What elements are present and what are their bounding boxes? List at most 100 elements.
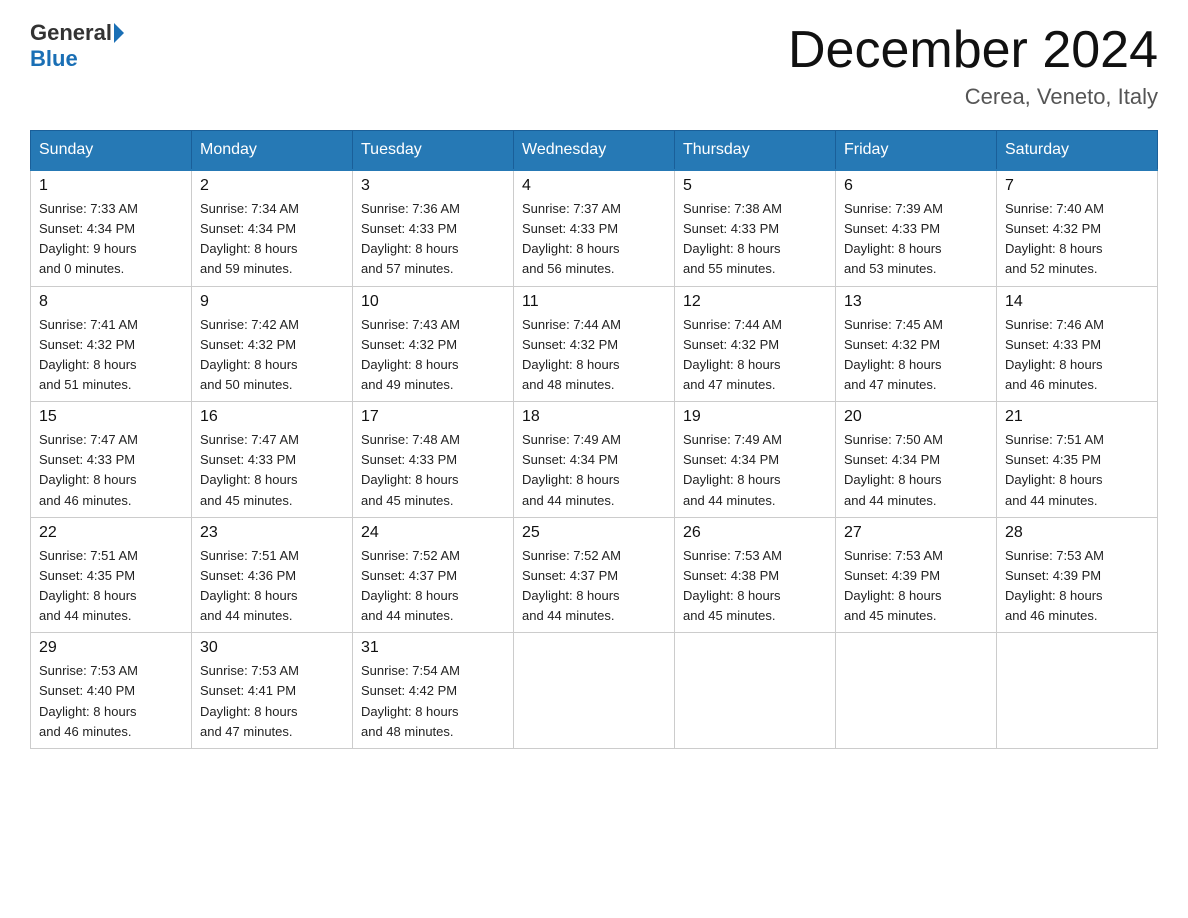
calendar-cell: 12 Sunrise: 7:44 AMSunset: 4:32 PMDaylig… (675, 286, 836, 402)
day-number: 12 (683, 293, 827, 311)
day-number: 8 (39, 293, 183, 311)
day-number: 27 (844, 524, 988, 542)
calendar-cell: 16 Sunrise: 7:47 AMSunset: 4:33 PMDaylig… (192, 402, 353, 518)
col-header-monday: Monday (192, 131, 353, 171)
day-info: Sunrise: 7:37 AMSunset: 4:33 PMDaylight:… (522, 199, 666, 280)
calendar-cell: 3 Sunrise: 7:36 AMSunset: 4:33 PMDayligh… (353, 170, 514, 286)
day-number: 10 (361, 293, 505, 311)
day-number: 21 (1005, 408, 1149, 426)
calendar-cell: 19 Sunrise: 7:49 AMSunset: 4:34 PMDaylig… (675, 402, 836, 518)
day-number: 29 (39, 639, 183, 657)
day-info: Sunrise: 7:46 AMSunset: 4:33 PMDaylight:… (1005, 315, 1149, 396)
logo-blue-text: Blue (30, 46, 78, 72)
calendar-cell: 6 Sunrise: 7:39 AMSunset: 4:33 PMDayligh… (836, 170, 997, 286)
calendar-week-row: 8 Sunrise: 7:41 AMSunset: 4:32 PMDayligh… (31, 286, 1158, 402)
day-info: Sunrise: 7:49 AMSunset: 4:34 PMDaylight:… (522, 430, 666, 511)
day-number: 28 (1005, 524, 1149, 542)
calendar-cell: 2 Sunrise: 7:34 AMSunset: 4:34 PMDayligh… (192, 170, 353, 286)
day-number: 25 (522, 524, 666, 542)
calendar-cell: 28 Sunrise: 7:53 AMSunset: 4:39 PMDaylig… (997, 517, 1158, 633)
col-header-sunday: Sunday (31, 131, 192, 171)
calendar-cell: 25 Sunrise: 7:52 AMSunset: 4:37 PMDaylig… (514, 517, 675, 633)
logo-general-text: General (30, 20, 112, 46)
calendar-cell: 26 Sunrise: 7:53 AMSunset: 4:38 PMDaylig… (675, 517, 836, 633)
calendar-cell: 1 Sunrise: 7:33 AMSunset: 4:34 PMDayligh… (31, 170, 192, 286)
title-section: December 2024 Cerea, Veneto, Italy (788, 20, 1158, 110)
day-number: 30 (200, 639, 344, 657)
day-number: 4 (522, 177, 666, 195)
calendar-cell: 5 Sunrise: 7:38 AMSunset: 4:33 PMDayligh… (675, 170, 836, 286)
calendar-cell: 31 Sunrise: 7:54 AMSunset: 4:42 PMDaylig… (353, 633, 514, 749)
day-info: Sunrise: 7:45 AMSunset: 4:32 PMDaylight:… (844, 315, 988, 396)
day-info: Sunrise: 7:47 AMSunset: 4:33 PMDaylight:… (39, 430, 183, 511)
calendar-cell: 29 Sunrise: 7:53 AMSunset: 4:40 PMDaylig… (31, 633, 192, 749)
calendar-table: SundayMondayTuesdayWednesdayThursdayFrid… (30, 130, 1158, 749)
day-number: 2 (200, 177, 344, 195)
day-number: 24 (361, 524, 505, 542)
day-info: Sunrise: 7:53 AMSunset: 4:41 PMDaylight:… (200, 661, 344, 742)
day-info: Sunrise: 7:47 AMSunset: 4:33 PMDaylight:… (200, 430, 344, 511)
calendar-cell (675, 633, 836, 749)
day-number: 11 (522, 293, 666, 311)
day-info: Sunrise: 7:54 AMSunset: 4:42 PMDaylight:… (361, 661, 505, 742)
day-number: 31 (361, 639, 505, 657)
calendar-cell: 15 Sunrise: 7:47 AMSunset: 4:33 PMDaylig… (31, 402, 192, 518)
day-info: Sunrise: 7:53 AMSunset: 4:40 PMDaylight:… (39, 661, 183, 742)
day-info: Sunrise: 7:38 AMSunset: 4:33 PMDaylight:… (683, 199, 827, 280)
day-info: Sunrise: 7:34 AMSunset: 4:34 PMDaylight:… (200, 199, 344, 280)
calendar-header-row: SundayMondayTuesdayWednesdayThursdayFrid… (31, 131, 1158, 171)
day-number: 23 (200, 524, 344, 542)
day-number: 14 (1005, 293, 1149, 311)
day-info: Sunrise: 7:36 AMSunset: 4:33 PMDaylight:… (361, 199, 505, 280)
day-info: Sunrise: 7:48 AMSunset: 4:33 PMDaylight:… (361, 430, 505, 511)
day-info: Sunrise: 7:33 AMSunset: 4:34 PMDaylight:… (39, 199, 183, 280)
day-number: 5 (683, 177, 827, 195)
calendar-cell: 4 Sunrise: 7:37 AMSunset: 4:33 PMDayligh… (514, 170, 675, 286)
day-info: Sunrise: 7:51 AMSunset: 4:35 PMDaylight:… (1005, 430, 1149, 511)
calendar-week-row: 29 Sunrise: 7:53 AMSunset: 4:40 PMDaylig… (31, 633, 1158, 749)
calendar-cell: 17 Sunrise: 7:48 AMSunset: 4:33 PMDaylig… (353, 402, 514, 518)
day-info: Sunrise: 7:50 AMSunset: 4:34 PMDaylight:… (844, 430, 988, 511)
col-header-friday: Friday (836, 131, 997, 171)
logo-arrow-icon (114, 23, 124, 43)
day-info: Sunrise: 7:53 AMSunset: 4:39 PMDaylight:… (1005, 546, 1149, 627)
calendar-cell: 18 Sunrise: 7:49 AMSunset: 4:34 PMDaylig… (514, 402, 675, 518)
col-header-wednesday: Wednesday (514, 131, 675, 171)
calendar-cell: 20 Sunrise: 7:50 AMSunset: 4:34 PMDaylig… (836, 402, 997, 518)
calendar-week-row: 22 Sunrise: 7:51 AMSunset: 4:35 PMDaylig… (31, 517, 1158, 633)
calendar-cell: 23 Sunrise: 7:51 AMSunset: 4:36 PMDaylig… (192, 517, 353, 633)
calendar-cell: 13 Sunrise: 7:45 AMSunset: 4:32 PMDaylig… (836, 286, 997, 402)
day-info: Sunrise: 7:40 AMSunset: 4:32 PMDaylight:… (1005, 199, 1149, 280)
col-header-tuesday: Tuesday (353, 131, 514, 171)
day-info: Sunrise: 7:51 AMSunset: 4:36 PMDaylight:… (200, 546, 344, 627)
day-number: 9 (200, 293, 344, 311)
day-number: 15 (39, 408, 183, 426)
calendar-cell: 21 Sunrise: 7:51 AMSunset: 4:35 PMDaylig… (997, 402, 1158, 518)
page-header: General Blue December 2024 Cerea, Veneto… (30, 20, 1158, 110)
day-number: 7 (1005, 177, 1149, 195)
calendar-cell (836, 633, 997, 749)
col-header-thursday: Thursday (675, 131, 836, 171)
month-title: December 2024 (788, 20, 1158, 80)
day-number: 18 (522, 408, 666, 426)
calendar-cell: 10 Sunrise: 7:43 AMSunset: 4:32 PMDaylig… (353, 286, 514, 402)
day-number: 22 (39, 524, 183, 542)
calendar-week-row: 1 Sunrise: 7:33 AMSunset: 4:34 PMDayligh… (31, 170, 1158, 286)
calendar-cell: 8 Sunrise: 7:41 AMSunset: 4:32 PMDayligh… (31, 286, 192, 402)
calendar-cell: 27 Sunrise: 7:53 AMSunset: 4:39 PMDaylig… (836, 517, 997, 633)
calendar-cell: 11 Sunrise: 7:44 AMSunset: 4:32 PMDaylig… (514, 286, 675, 402)
day-info: Sunrise: 7:53 AMSunset: 4:38 PMDaylight:… (683, 546, 827, 627)
day-number: 16 (200, 408, 344, 426)
calendar-cell: 14 Sunrise: 7:46 AMSunset: 4:33 PMDaylig… (997, 286, 1158, 402)
calendar-cell: 7 Sunrise: 7:40 AMSunset: 4:32 PMDayligh… (997, 170, 1158, 286)
col-header-saturday: Saturday (997, 131, 1158, 171)
day-number: 13 (844, 293, 988, 311)
calendar-cell: 30 Sunrise: 7:53 AMSunset: 4:41 PMDaylig… (192, 633, 353, 749)
day-info: Sunrise: 7:42 AMSunset: 4:32 PMDaylight:… (200, 315, 344, 396)
day-info: Sunrise: 7:43 AMSunset: 4:32 PMDaylight:… (361, 315, 505, 396)
day-number: 20 (844, 408, 988, 426)
day-number: 26 (683, 524, 827, 542)
calendar-cell: 9 Sunrise: 7:42 AMSunset: 4:32 PMDayligh… (192, 286, 353, 402)
day-number: 6 (844, 177, 988, 195)
day-number: 17 (361, 408, 505, 426)
